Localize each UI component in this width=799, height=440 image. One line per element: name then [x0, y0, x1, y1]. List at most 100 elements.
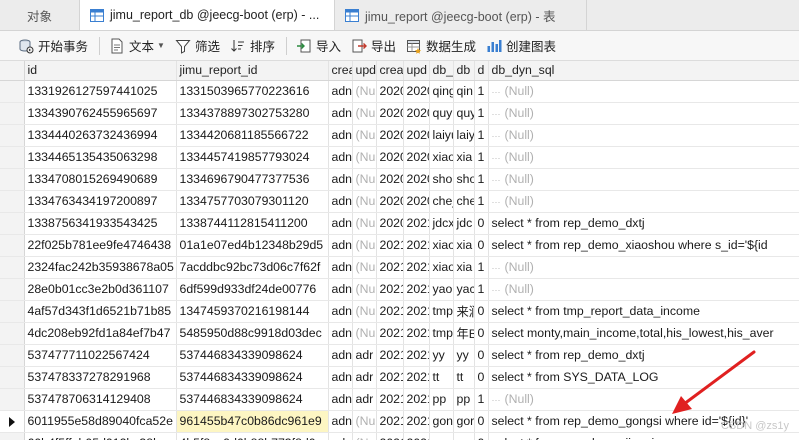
- table-cell[interactable]: gon: [429, 410, 454, 433]
- row-header[interactable]: [0, 190, 25, 213]
- expand-cell-icon[interactable]: ···: [492, 131, 501, 141]
- table-cell[interactable]: 2021: [403, 344, 430, 367]
- table-cell[interactable]: pp: [453, 388, 475, 411]
- expand-cell-icon[interactable]: ···: [492, 153, 501, 163]
- table-cell[interactable]: adn: [328, 278, 353, 301]
- table-cell[interactable]: gon: [429, 432, 454, 440]
- table-cell[interactable]: 0: [474, 212, 489, 235]
- sort-button[interactable]: 排序: [226, 35, 279, 57]
- table-cell[interactable]: 28e0b01cc3e2b0d361107: [24, 278, 177, 301]
- table-cell[interactable]: 4af57d343f1d6521b71b85: [24, 300, 177, 323]
- table-cell[interactable]: 0: [474, 322, 489, 345]
- table-cell[interactable]: gor: [453, 432, 475, 440]
- table-cell[interactable]: 2020: [403, 102, 430, 125]
- table-cell[interactable]: 1334378897302753280: [176, 102, 329, 125]
- row-header[interactable]: [0, 256, 25, 279]
- table-cell[interactable]: 0: [474, 432, 489, 440]
- table-cell[interactable]: 4dc208eb92fd1a84ef7b47: [24, 322, 177, 345]
- row-header[interactable]: [0, 344, 25, 367]
- table-cell[interactable]: 01a1e07ed4b12348b29d5: [176, 234, 329, 257]
- table-cell[interactable]: (Nu: [352, 212, 377, 235]
- table-cell[interactable]: 5485950d88c9918d03dec: [176, 322, 329, 345]
- table-cell[interactable]: 2021: [376, 234, 404, 257]
- row-header[interactable]: [0, 278, 25, 301]
- table-cell[interactable]: 2021: [376, 344, 404, 367]
- table-row[interactable]: 28e0b01cc3e2b0d361107 6df599d933df24de007…: [0, 278, 799, 301]
- table-row[interactable]: 6011955e58d89040fca52e 961455b47c0b86dc96…: [0, 410, 799, 433]
- table-cell[interactable]: 1: [474, 102, 489, 125]
- table-cell[interactable]: (Nu: [352, 102, 377, 125]
- table-cell[interactable]: 6011955e58d89040fca52e: [24, 410, 177, 433]
- table-cell[interactable]: 1331503965770223616: [176, 80, 329, 103]
- table-cell[interactable]: adr: [352, 344, 377, 367]
- table-cell[interactable]: 6df599d933df24de00776: [176, 278, 329, 301]
- table-row[interactable]: 537478706314129408 537446834339098624 adn a…: [0, 388, 799, 411]
- table-cell[interactable]: 1334757703079301120: [176, 190, 329, 213]
- table-cell[interactable]: adn: [328, 212, 353, 235]
- table-cell[interactable]: adn: [328, 366, 353, 389]
- table-cell[interactable]: adn: [328, 300, 353, 323]
- table-cell[interactable]: 1334763434197200897: [24, 190, 177, 213]
- row-header[interactable]: [0, 432, 25, 440]
- table-cell[interactable]: (Nu: [352, 190, 377, 213]
- table-cell[interactable]: xiao: [429, 256, 454, 279]
- table-cell[interactable]: (Nu: [352, 124, 377, 147]
- row-header[interactable]: [0, 146, 25, 169]
- table-cell[interactable]: 1: [474, 146, 489, 169]
- expand-cell-icon[interactable]: ···: [492, 263, 501, 273]
- column-header[interactable]: upd: [352, 61, 377, 81]
- column-header[interactable]: upd: [403, 61, 430, 81]
- table-cell[interactable]: 2021: [376, 322, 404, 345]
- table-cell[interactable]: select * from rep_demo_jianpiao: [488, 432, 799, 440]
- table-cell[interactable]: 2324fac242b35938678a05: [24, 256, 177, 279]
- table-cell[interactable]: 537478337278291968: [24, 366, 177, 389]
- table-cell[interactable]: 4b5f8ce9d0b88b773f8d0: [176, 432, 329, 440]
- table-cell[interactable]: laiyu: [429, 124, 454, 147]
- table-cell[interactable]: 1: [474, 388, 489, 411]
- table-cell[interactable]: 1334420681185566722: [176, 124, 329, 147]
- expand-cell-icon[interactable]: ···: [492, 175, 501, 185]
- table-cell[interactable]: 1338744112815411200: [176, 212, 329, 235]
- table-cell[interactable]: (Nu: [352, 168, 377, 191]
- table-cell[interactable]: 1: [474, 278, 489, 301]
- column-header[interactable]: id: [24, 61, 177, 81]
- table-cell[interactable]: adn: [328, 344, 353, 367]
- table-cell[interactable]: 1334696790477377536: [176, 168, 329, 191]
- table-cell[interactable]: 2021: [376, 256, 404, 279]
- table-cell[interactable]: (Nu: [352, 322, 377, 345]
- table-row[interactable]: 60b4f5ffeb05d012bc38b4b5f8ce9d0b88b773f8…: [0, 432, 799, 440]
- table-cell[interactable]: laiy: [453, 124, 475, 147]
- table-cell[interactable]: 60b4f5ffeb05d012bc38b: [24, 432, 177, 440]
- table-cell[interactable]: xiao: [429, 146, 454, 169]
- table-cell[interactable]: 1331926127597441025: [24, 80, 177, 103]
- expand-cell-icon[interactable]: ···: [492, 285, 501, 295]
- table-row[interactable]: 537477711022567424 537446834339098624 adn a…: [0, 344, 799, 367]
- table-row[interactable]: 4af57d343f1d6521b71b85 134745937021619814…: [0, 300, 799, 323]
- table-cell[interactable]: tmp: [429, 300, 454, 323]
- table-cell[interactable]: jdc: [453, 212, 475, 235]
- table-cell[interactable]: sho: [453, 168, 475, 191]
- expand-cell-icon[interactable]: ···: [492, 109, 501, 119]
- table-cell[interactable]: 537478706314129408: [24, 388, 177, 411]
- table-cell[interactable]: adn: [328, 234, 353, 257]
- table-cell[interactable]: adn: [328, 124, 353, 147]
- tab-jimu-report[interactable]: jimu_report @jeecg-boot (erp) - 表: [335, 0, 587, 30]
- table-cell[interactable]: 1: [474, 168, 489, 191]
- table-cell[interactable]: 537477711022567424: [24, 344, 177, 367]
- table-row[interactable]: 1334763434197200897 1334757703079301120 ad…: [0, 190, 799, 213]
- column-header[interactable]: db: [453, 61, 475, 81]
- row-header[interactable]: [0, 388, 25, 411]
- table-cell[interactable]: 2020: [403, 190, 430, 213]
- table-row[interactable]: 1334390762455965697 1334378897302753280 ad…: [0, 102, 799, 125]
- table-cell[interactable]: 2020: [376, 190, 404, 213]
- table-cell[interactable]: yac: [453, 278, 475, 301]
- table-cell[interactable]: 1334465135435063298: [24, 146, 177, 169]
- row-header[interactable]: [0, 80, 25, 103]
- export-button[interactable]: 导出: [347, 35, 400, 57]
- table-cell[interactable]: 2020: [376, 80, 404, 103]
- table-row[interactable]: 1334708015269490689 1334696790477377536 ad…: [0, 168, 799, 191]
- table-cell[interactable]: 2021: [376, 432, 404, 440]
- begin-transaction-button[interactable]: 开始事务: [14, 35, 92, 57]
- table-cell[interactable]: 2021: [376, 410, 404, 433]
- table-cell[interactable]: 537446834339098624: [176, 344, 329, 367]
